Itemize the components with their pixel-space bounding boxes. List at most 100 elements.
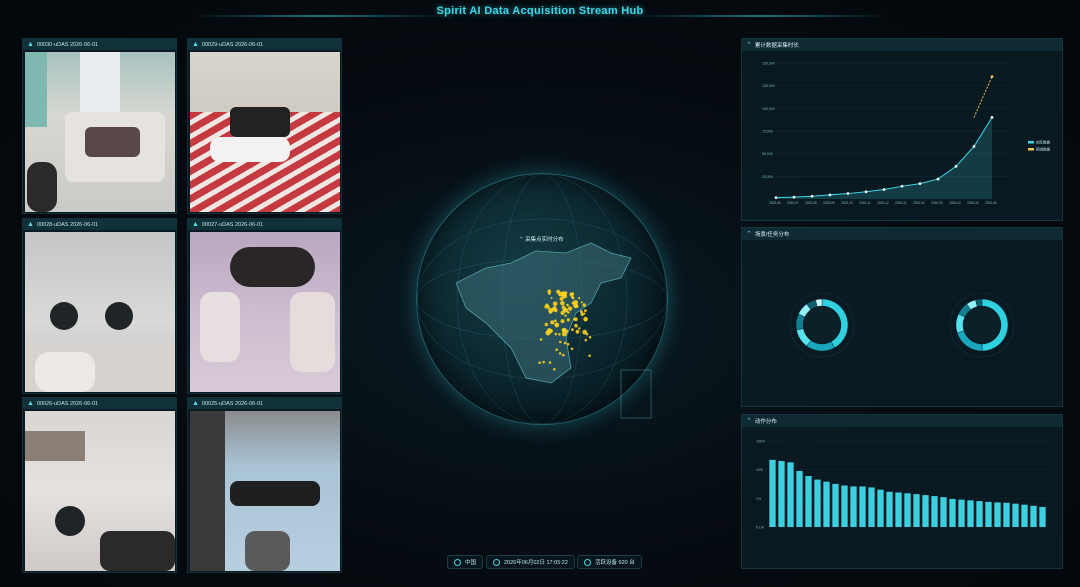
panel-header: ⌃ 场景/任务分布	[742, 228, 1062, 240]
collection-point	[588, 335, 592, 339]
action-bar	[913, 494, 920, 527]
data-point	[972, 145, 976, 148]
camera-header: ▲ 00025-uDAS 2026-06-01	[188, 398, 341, 409]
collection-point	[584, 338, 588, 342]
collection-point	[550, 320, 555, 325]
camera-feed	[25, 52, 175, 212]
collection-point	[554, 319, 557, 322]
camera-tile[interactable]: ▲ 00026-uDAS 2026-06-01	[22, 397, 177, 573]
legend-swatch	[1028, 141, 1034, 144]
collection-point	[552, 306, 557, 311]
camera-tile[interactable]: ▲ 00030-uDAS 2026-06-01	[22, 38, 177, 214]
collection-point	[561, 328, 566, 333]
action-bar	[796, 470, 803, 527]
device-count-label: 活跃设备 920 台	[595, 560, 635, 566]
camera-tile[interactable]: ▲ 00025-uDAS 2026-06-01	[187, 397, 342, 573]
cumulative-line-chart: 150,000 125,000 100,000 75,000 50,000 25,000 2…	[762, 62, 1051, 206]
action-bar	[976, 501, 983, 527]
collection-point	[554, 322, 560, 328]
location-icon	[454, 558, 461, 566]
panel-title: 动作分布	[754, 419, 777, 425]
collection-point	[546, 305, 550, 309]
x-tick-label: 2026-05	[967, 201, 979, 205]
region-badge[interactable]: 中国	[447, 555, 484, 569]
panel-title: 累计数据采集时长	[754, 43, 799, 49]
scene-task-donuts	[789, 292, 1015, 358]
x-tick-label: 2025-07	[787, 201, 799, 205]
device-icon	[584, 558, 591, 566]
collection-point	[566, 318, 570, 322]
camera-tile[interactable]: ▲ 00028-uDAS 2026-06-01	[22, 218, 177, 394]
collection-point	[539, 338, 543, 341]
camera-tile[interactable]: ▲ 00027-uDAS 2026-06-01	[187, 218, 342, 394]
action-bar	[895, 492, 902, 527]
collection-point	[558, 333, 561, 336]
collection-point	[561, 305, 566, 310]
panel-title: 场景/任务分布	[754, 232, 790, 238]
action-bar	[850, 486, 857, 527]
y-tick-label: 100,000	[762, 107, 775, 111]
collection-point	[573, 303, 579, 309]
collection-point	[570, 347, 574, 351]
device-count-badge: 活跃设备 920 台	[577, 555, 642, 569]
data-point	[792, 195, 796, 199]
region-label: 中国	[465, 560, 477, 566]
data-point	[864, 190, 868, 194]
donut-hole	[964, 307, 1000, 343]
collection-point	[544, 322, 548, 327]
action-bar	[787, 462, 794, 527]
action-bar	[1012, 503, 1019, 527]
data-point	[774, 196, 778, 200]
collection-point	[562, 353, 565, 357]
collection-point	[567, 306, 573, 311]
chevron-up-icon: ⌃	[746, 231, 752, 238]
camera-label: 00029-uDAS 2026-06-01	[201, 41, 264, 48]
data-point	[810, 194, 814, 198]
chevron-up-icon: ⌃	[746, 418, 752, 425]
collection-point	[555, 348, 558, 351]
action-bar	[922, 495, 929, 527]
x-tick-label: 2025-06	[769, 201, 781, 205]
action-bar	[1039, 506, 1046, 527]
camera-header: ▲ 00028-uDAS 2026-06-01	[23, 219, 176, 230]
collection-point	[548, 361, 552, 364]
collection-point	[538, 361, 541, 364]
data-point	[918, 182, 922, 185]
camera-feed	[190, 232, 340, 392]
action-bar	[967, 500, 974, 527]
action-bar	[859, 486, 866, 527]
collection-point	[560, 319, 565, 324]
collection-point	[574, 323, 578, 328]
collection-point	[548, 310, 553, 314]
datetime-label: 2026年06月02日 17:05:22	[504, 560, 568, 566]
collection-point	[550, 296, 553, 299]
y-tick-label: 150,000	[762, 62, 775, 66]
action-bar	[841, 485, 848, 527]
camera-header: ▲ 00026-uDAS 2026-06-01	[23, 398, 176, 409]
collection-point	[542, 360, 545, 364]
collection-point	[584, 318, 587, 322]
camera-label: 00027-uDAS 2026-06-01	[201, 221, 264, 228]
action-bar	[814, 479, 821, 527]
dashboard-root: { "header": {"title": "Spirit AI Data Ac…	[0, 0, 1080, 587]
collection-point	[560, 310, 565, 315]
y-tick-label: 0.1%	[756, 526, 764, 530]
collection-point	[561, 291, 567, 297]
collection-point	[564, 314, 567, 317]
collection-point	[582, 303, 586, 307]
action-bar	[931, 496, 938, 527]
camera-label: 00030-uDAS 2026-06-01	[36, 41, 99, 48]
action-bar	[877, 489, 884, 527]
collection-point	[556, 289, 561, 294]
x-tick-label: 2026-03	[931, 201, 943, 205]
camera-tile[interactable]: ▲ 00029-uDAS 2026-06-01	[187, 38, 342, 214]
x-tick-label: 2025-09	[823, 201, 835, 205]
y-tick-label: 1%	[756, 497, 761, 501]
action-bar	[1003, 502, 1010, 527]
data-point	[990, 75, 994, 78]
action-bar	[778, 461, 785, 527]
camera-label: 00025-uDAS 2026-06-01	[201, 400, 264, 407]
chevron-up-icon: ⌃	[746, 42, 752, 49]
collection-point	[578, 297, 581, 300]
legend-label: 实际数据	[1036, 140, 1051, 145]
